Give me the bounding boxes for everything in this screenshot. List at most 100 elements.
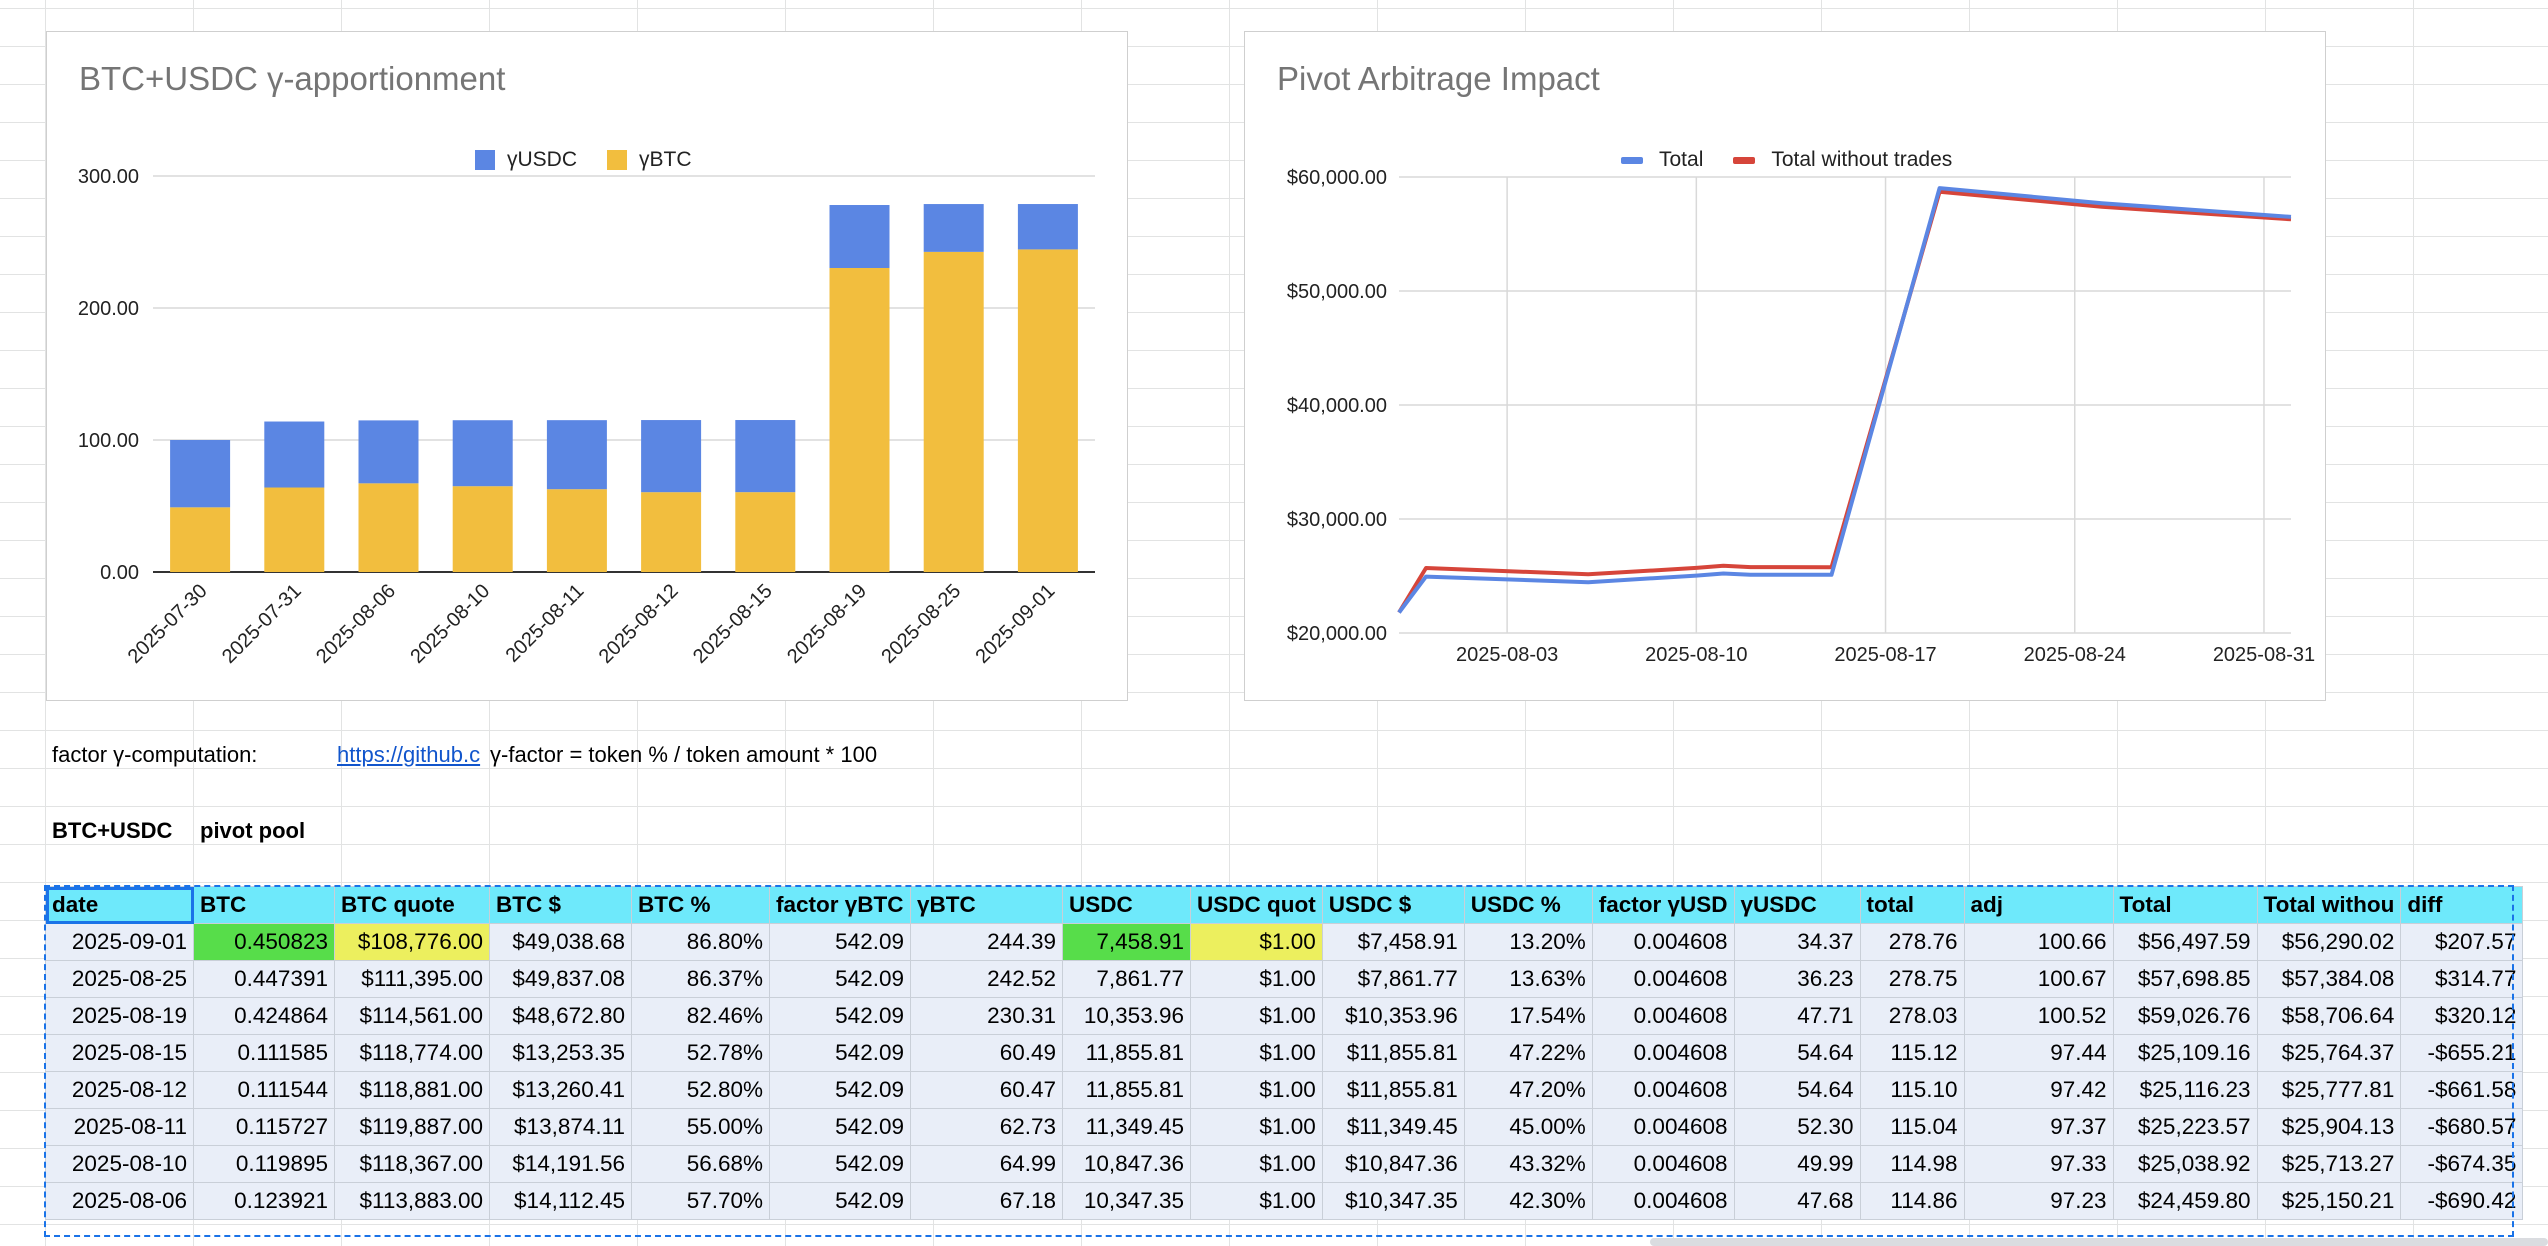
table-cell[interactable]: $10,347.35 [1321, 1182, 1465, 1220]
table-cell[interactable]: 7,861.77 [1062, 960, 1191, 998]
github-link[interactable]: https://github.c [337, 742, 485, 768]
table-cell[interactable]: 0.123921 [193, 1182, 335, 1220]
table-cell[interactable]: 97.37 [1963, 1108, 2114, 1146]
column-header[interactable]: USDC % [1463, 886, 1593, 924]
table-cell[interactable]: 230.31 [910, 997, 1063, 1035]
table-cell[interactable]: $1.00 [1190, 1108, 1323, 1146]
table-cell[interactable]: 278.03 [1859, 997, 1965, 1035]
table-cell[interactable]: 86.80% [631, 923, 770, 961]
table-cell[interactable]: $48,672.80 [489, 997, 632, 1035]
table-cell[interactable]: 34.37 [1733, 923, 1861, 961]
table-cell[interactable]: 97.23 [1963, 1182, 2114, 1220]
table-cell[interactable]: 47.71 [1733, 997, 1861, 1035]
table-cell[interactable]: 7,458.91 [1062, 923, 1191, 961]
table-cell[interactable]: $25,904.13 [2256, 1108, 2402, 1146]
table-cell[interactable]: $1.00 [1190, 1145, 1323, 1183]
table-cell[interactable]: $13,260.41 [489, 1071, 632, 1109]
table-cell[interactable]: $25,116.23 [2112, 1071, 2258, 1109]
column-header[interactable]: γUSDC [1733, 886, 1861, 924]
table-cell[interactable]: $1.00 [1190, 1182, 1323, 1220]
table-cell[interactable]: $59,026.76 [2112, 997, 2258, 1035]
table-cell[interactable]: 542.09 [769, 1108, 911, 1146]
table-cell[interactable]: $10,353.96 [1321, 997, 1465, 1035]
table-cell[interactable]: 0.111585 [193, 1034, 335, 1072]
table-cell[interactable]: 2025-08-06 [45, 1182, 194, 1220]
table-cell[interactable]: 0.004608 [1591, 923, 1735, 961]
column-header[interactable]: BTC % [631, 886, 770, 924]
table-cell[interactable]: -$661.58 [2400, 1071, 2524, 1109]
column-header[interactable]: Total withou [2256, 886, 2402, 924]
table-cell[interactable]: 2025-08-12 [45, 1071, 194, 1109]
table-cell[interactable]: $25,223.57 [2112, 1108, 2258, 1146]
table-cell[interactable]: 13.63% [1463, 960, 1593, 998]
table-cell[interactable]: $1.00 [1190, 1071, 1323, 1109]
table-cell[interactable]: $11,855.81 [1321, 1071, 1465, 1109]
table-cell[interactable]: 54.64 [1733, 1071, 1861, 1109]
table-cell[interactable]: 10,847.36 [1062, 1145, 1191, 1183]
table-cell[interactable]: 542.09 [769, 1182, 911, 1220]
table-cell[interactable]: 97.44 [1963, 1034, 2114, 1072]
table-cell[interactable]: $1.00 [1190, 960, 1323, 998]
table-cell[interactable]: 2025-08-15 [45, 1034, 194, 1072]
table-cell[interactable]: 82.46% [631, 997, 770, 1035]
table-cell[interactable]: 542.09 [769, 923, 911, 961]
column-header[interactable]: BTC quote [334, 886, 490, 924]
column-header[interactable]: total [1859, 886, 1965, 924]
table-cell[interactable]: 100.67 [1963, 960, 2114, 998]
table-cell[interactable]: $118,367.00 [334, 1145, 490, 1183]
table-cell[interactable]: 100.66 [1963, 923, 2114, 961]
table-cell[interactable]: 0.004608 [1591, 960, 1735, 998]
table-cell[interactable]: 542.09 [769, 1034, 911, 1072]
table-cell[interactable]: $24,459.80 [2112, 1182, 2258, 1220]
column-header[interactable]: diff [2400, 886, 2524, 924]
table-cell[interactable]: 97.33 [1963, 1145, 2114, 1183]
table-cell[interactable]: 11,855.81 [1062, 1034, 1191, 1072]
table-cell[interactable]: 0.111544 [193, 1071, 335, 1109]
table-cell[interactable]: 0.450823 [193, 923, 335, 961]
table-cell[interactable]: 54.64 [1733, 1034, 1861, 1072]
column-header[interactable]: date [45, 886, 194, 924]
horizontal-scrollbar[interactable] [1650, 1238, 2548, 1246]
table-cell[interactable]: 36.23 [1733, 960, 1861, 998]
table-cell[interactable]: $113,883.00 [334, 1182, 490, 1220]
table-cell[interactable]: 115.10 [1859, 1071, 1965, 1109]
table-cell[interactable]: 17.54% [1463, 997, 1593, 1035]
table-cell[interactable]: 57.70% [631, 1182, 770, 1220]
table-cell[interactable]: 52.78% [631, 1034, 770, 1072]
table-cell[interactable]: 52.80% [631, 1071, 770, 1109]
apportionment-chart[interactable]: BTC+USDC γ-apportionment γUSDC γBTC 0.00… [46, 31, 1128, 701]
column-header[interactable]: γBTC [910, 886, 1063, 924]
arbitrage-chart[interactable]: Pivot Arbitrage Impact Total Total witho… [1244, 31, 2326, 701]
table-cell[interactable]: $14,112.45 [489, 1182, 632, 1220]
table-cell[interactable]: -$680.57 [2400, 1108, 2524, 1146]
table-cell[interactable]: 43.32% [1463, 1145, 1593, 1183]
table-cell[interactable]: 542.09 [769, 1071, 911, 1109]
table-cell[interactable]: $25,109.16 [2112, 1034, 2258, 1072]
table-cell[interactable]: 67.18 [910, 1182, 1063, 1220]
table-cell[interactable]: $25,150.21 [2256, 1182, 2402, 1220]
table-cell[interactable]: 47.68 [1733, 1182, 1861, 1220]
table-cell[interactable]: $57,384.08 [2256, 960, 2402, 998]
table-cell[interactable]: $111,395.00 [334, 960, 490, 998]
table-cell[interactable]: 0.115727 [193, 1108, 335, 1146]
table-cell[interactable]: 100.52 [1963, 997, 2114, 1035]
table-cell[interactable]: 0.424864 [193, 997, 335, 1035]
table-cell[interactable]: 10,353.96 [1062, 997, 1191, 1035]
table-cell[interactable]: $49,038.68 [489, 923, 632, 961]
table-cell[interactable]: -$655.21 [2400, 1034, 2524, 1072]
table-cell[interactable]: $11,349.45 [1321, 1108, 1465, 1146]
table-cell[interactable]: $108,776.00 [334, 923, 490, 961]
table-cell[interactable]: $49,837.08 [489, 960, 632, 998]
column-header[interactable]: USDC $ [1321, 886, 1465, 924]
table-cell[interactable]: $25,713.27 [2256, 1145, 2402, 1183]
table-cell[interactable]: $56,497.59 [2112, 923, 2258, 961]
table-cell[interactable]: 11,855.81 [1062, 1071, 1191, 1109]
table-cell[interactable]: $25,764.37 [2256, 1034, 2402, 1072]
table-cell[interactable]: 0.119895 [193, 1145, 335, 1183]
table-cell[interactable]: 49.99 [1733, 1145, 1861, 1183]
table-cell[interactable]: $11,855.81 [1321, 1034, 1465, 1072]
table-cell[interactable]: $1.00 [1190, 997, 1323, 1035]
table-cell[interactable]: 114.86 [1859, 1182, 1965, 1220]
table-cell[interactable]: 278.75 [1859, 960, 1965, 998]
table-cell[interactable]: 13.20% [1463, 923, 1593, 961]
